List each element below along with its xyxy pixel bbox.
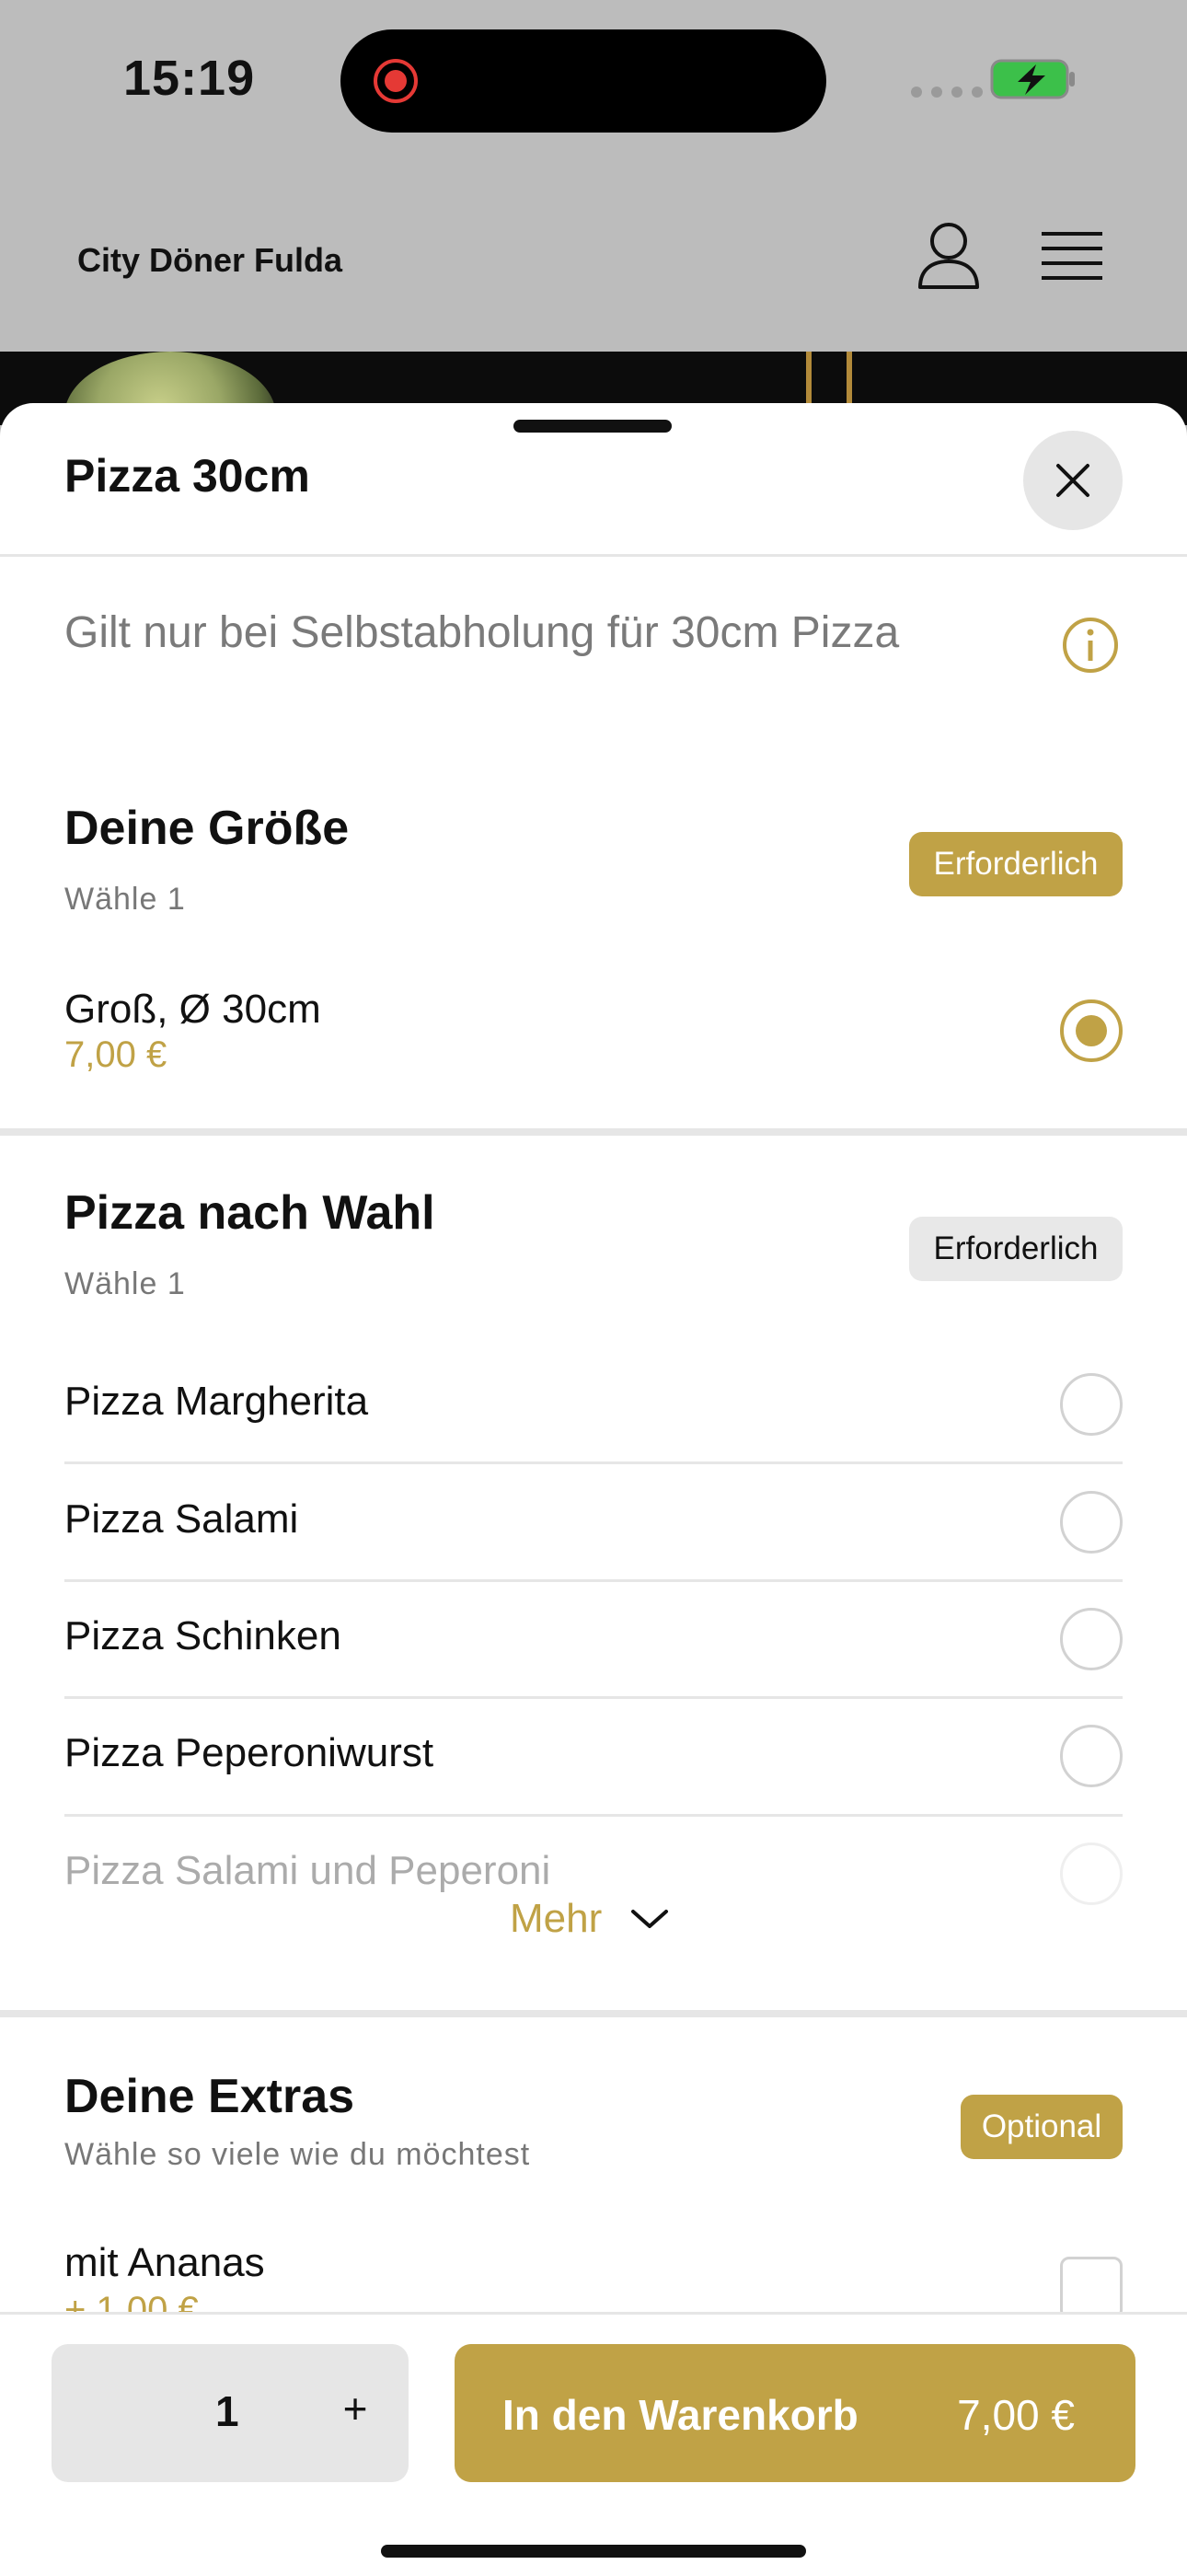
- home-indicator: [381, 2545, 806, 2558]
- pizza-option-label[interactable]: Pizza Salami und Peperoni: [64, 1848, 550, 1894]
- chevron-down-icon: [631, 1910, 669, 1928]
- close-button[interactable]: [1023, 431, 1123, 530]
- pizza-option-label[interactable]: Pizza Peperoniwurst: [64, 1730, 433, 1776]
- row-divider: [64, 1814, 1123, 1817]
- signal-icon: [911, 87, 983, 98]
- pizza-option-label[interactable]: Pizza Salami: [64, 1496, 298, 1542]
- dynamic-island: [340, 29, 826, 133]
- show-more-label: Mehr: [510, 1896, 603, 1941]
- pizza-option-radio[interactable]: [1060, 1608, 1123, 1670]
- size-required-badge: Erforderlich: [909, 832, 1123, 896]
- pizza-option-radio[interactable]: [1060, 1491, 1123, 1554]
- divider: [0, 554, 1187, 557]
- product-sheet: Pizza 30cm Gilt nur bei Selbstabholung f…: [0, 403, 1187, 2573]
- size-section-title: Deine Größe: [64, 802, 350, 855]
- pizza-option-label[interactable]: Pizza Schinken: [64, 1613, 341, 1659]
- restaurant-name: City Döner Fulda: [77, 241, 343, 279]
- section-divider: [0, 1128, 1187, 1136]
- status-time: 15:19: [123, 51, 256, 106]
- extras-section-title: Deine Extras: [64, 2070, 355, 2123]
- user-account-icon[interactable]: [916, 221, 981, 291]
- add-to-cart-button[interactable]: In den Warenkorb 7,00 €: [455, 2344, 1135, 2482]
- row-divider: [64, 1579, 1123, 1582]
- pizza-option-radio[interactable]: [1060, 1725, 1123, 1787]
- extras-option-checkbox[interactable]: [1060, 2257, 1123, 2319]
- increment-button[interactable]: +: [326, 2379, 385, 2438]
- show-more-button[interactable]: Mehr: [510, 1896, 670, 1942]
- pizza-section-title: Pizza nach Wahl: [64, 1186, 435, 1240]
- section-divider: [0, 2010, 1187, 2017]
- pizza-section-subtitle: Wähle 1: [64, 1266, 186, 1301]
- pizza-option-label[interactable]: Pizza Margherita: [64, 1379, 368, 1425]
- product-note: Gilt nur bei Selbstabholung für 30cm Piz…: [64, 608, 900, 657]
- size-option-label[interactable]: Groß, Ø 30cm: [64, 987, 321, 1033]
- row-divider: [64, 1696, 1123, 1699]
- row-divider: [64, 1461, 1123, 1464]
- quantity-value: 1: [215, 2387, 239, 2435]
- size-option-radio[interactable]: [1060, 999, 1123, 1062]
- product-title: Pizza 30cm: [64, 450, 310, 502]
- add-to-cart-label: In den Warenkorb: [502, 2391, 859, 2439]
- hamburger-menu-icon[interactable]: [1042, 230, 1102, 283]
- close-icon: [1056, 464, 1089, 497]
- recording-icon: [374, 59, 418, 103]
- extras-optional-badge: Optional: [961, 2095, 1123, 2159]
- size-option-price: 7,00 €: [64, 1034, 167, 1075]
- sheet-grabber[interactable]: [513, 420, 672, 433]
- battery-charging-icon: [990, 59, 1075, 99]
- extras-option-label[interactable]: mit Ananas: [64, 2240, 265, 2286]
- size-section-subtitle: Wähle 1: [64, 882, 186, 917]
- cart-total-price: 7,00 €: [957, 2391, 1075, 2439]
- cart-footer: 1 + In den Warenkorb 7,00 €: [0, 2312, 1187, 2576]
- app-header: City Döner Fulda: [0, 156, 1187, 352]
- info-icon[interactable]: [1062, 617, 1119, 674]
- pizza-required-badge: Erforderlich: [909, 1217, 1123, 1281]
- quantity-stepper: 1 +: [52, 2344, 409, 2482]
- pizza-option-radio[interactable]: [1060, 1373, 1123, 1436]
- extras-section-subtitle: Wähle so viele wie du möchtest: [64, 2137, 531, 2172]
- status-bar: 15:19: [0, 0, 1187, 156]
- pizza-option-radio[interactable]: [1060, 1842, 1123, 1905]
